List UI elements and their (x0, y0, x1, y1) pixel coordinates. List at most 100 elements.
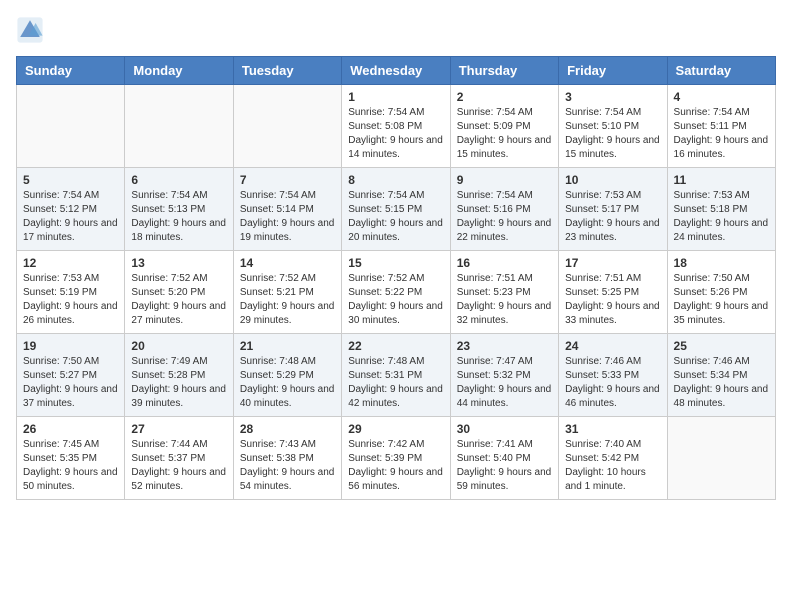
day-number: 12 (23, 256, 118, 270)
day-number: 28 (240, 422, 335, 436)
day-number: 8 (348, 173, 443, 187)
calendar-cell: 23 Sunrise: 7:47 AM Sunset: 5:32 PM Dayli… (450, 334, 558, 417)
calendar-cell: 16 Sunrise: 7:51 AM Sunset: 5:23 PM Dayli… (450, 251, 558, 334)
day-info: Sunrise: 7:50 AM Sunset: 5:26 PM Dayligh… (674, 272, 769, 328)
calendar-cell: 4 Sunrise: 7:54 AM Sunset: 5:11 PM Daylig… (667, 85, 775, 168)
calendar-cell: 9 Sunrise: 7:54 AM Sunset: 5:16 PM Daylig… (450, 168, 558, 251)
calendar-cell: 8 Sunrise: 7:54 AM Sunset: 5:15 PM Daylig… (342, 168, 450, 251)
day-number: 23 (457, 339, 552, 353)
day-info: Sunrise: 7:54 AM Sunset: 5:16 PM Dayligh… (457, 189, 552, 245)
day-info: Sunrise: 7:51 AM Sunset: 5:25 PM Dayligh… (565, 272, 660, 328)
day-info: Sunrise: 7:52 AM Sunset: 5:21 PM Dayligh… (240, 272, 335, 328)
calendar-week-4: 19 Sunrise: 7:50 AM Sunset: 5:27 PM Dayli… (17, 334, 776, 417)
calendar-cell: 3 Sunrise: 7:54 AM Sunset: 5:10 PM Daylig… (559, 85, 667, 168)
calendar-cell: 28 Sunrise: 7:43 AM Sunset: 5:38 PM Dayli… (233, 417, 341, 500)
calendar-header-monday: Monday (125, 57, 233, 85)
day-info: Sunrise: 7:53 AM Sunset: 5:17 PM Dayligh… (565, 189, 660, 245)
day-number: 26 (23, 422, 118, 436)
day-number: 11 (674, 173, 769, 187)
day-number: 22 (348, 339, 443, 353)
calendar-cell: 22 Sunrise: 7:48 AM Sunset: 5:31 PM Dayli… (342, 334, 450, 417)
calendar-header-sunday: Sunday (17, 57, 125, 85)
day-info: Sunrise: 7:44 AM Sunset: 5:37 PM Dayligh… (131, 438, 226, 494)
logo (16, 16, 48, 44)
calendar-cell: 17Sunrise: 7:51 AM Sunset: 5:25 PM Dayli… (559, 251, 667, 334)
day-info: Sunrise: 7:48 AM Sunset: 5:29 PM Dayligh… (240, 355, 335, 411)
day-info: Sunrise: 7:54 AM Sunset: 5:09 PM Dayligh… (457, 106, 552, 162)
calendar-cell: 10 Sunrise: 7:53 AM Sunset: 5:17 PM Dayli… (559, 168, 667, 251)
calendar-week-2: 5 Sunrise: 7:54 AM Sunset: 5:12 PM Daylig… (17, 168, 776, 251)
calendar-cell (125, 85, 233, 168)
calendar-header-friday: Friday (559, 57, 667, 85)
day-number: 30 (457, 422, 552, 436)
day-info: Sunrise: 7:49 AM Sunset: 5:28 PM Dayligh… (131, 355, 226, 411)
day-info: Sunrise: 7:48 AM Sunset: 5:31 PM Dayligh… (348, 355, 443, 411)
calendar-header-tuesday: Tuesday (233, 57, 341, 85)
calendar-cell: 30 Sunrise: 7:41 AM Sunset: 5:40 PM Dayli… (450, 417, 558, 500)
calendar-cell: 25 Sunrise: 7:46 AM Sunset: 5:34 PM Dayli… (667, 334, 775, 417)
calendar-header-wednesday: Wednesday (342, 57, 450, 85)
day-number: 18 (674, 256, 769, 270)
calendar-cell: 13 Sunrise: 7:52 AM Sunset: 5:20 PM Dayli… (125, 251, 233, 334)
day-info: Sunrise: 7:46 AM Sunset: 5:34 PM Dayligh… (674, 355, 769, 411)
day-number: 3 (565, 90, 660, 104)
day-info: Sunrise: 7:45 AM Sunset: 5:35 PM Dayligh… (23, 438, 118, 494)
day-number: 13 (131, 256, 226, 270)
day-number: 9 (457, 173, 552, 187)
day-number: 1 (348, 90, 443, 104)
calendar-week-1: 1 Sunrise: 7:54 AM Sunset: 5:08 PM Daylig… (17, 85, 776, 168)
calendar-header-row: SundayMondayTuesdayWednesdayThursdayFrid… (17, 57, 776, 85)
day-info: Sunrise: 7:46 AM Sunset: 5:33 PM Dayligh… (565, 355, 660, 411)
day-info: Sunrise: 7:52 AM Sunset: 5:20 PM Dayligh… (131, 272, 226, 328)
page-header (16, 16, 776, 44)
day-number: 16 (457, 256, 552, 270)
day-info: Sunrise: 7:41 AM Sunset: 5:40 PM Dayligh… (457, 438, 552, 494)
day-number: 24 (565, 339, 660, 353)
calendar-cell (233, 85, 341, 168)
calendar-cell: 12 Sunrise: 7:53 AM Sunset: 5:19 PM Dayli… (17, 251, 125, 334)
day-number: 14 (240, 256, 335, 270)
calendar-cell: 2 Sunrise: 7:54 AM Sunset: 5:09 PM Daylig… (450, 85, 558, 168)
day-info: Sunrise: 7:50 AM Sunset: 5:27 PM Dayligh… (23, 355, 118, 411)
calendar-cell: 20Sunrise: 7:49 AM Sunset: 5:28 PM Dayli… (125, 334, 233, 417)
day-info: Sunrise: 7:47 AM Sunset: 5:32 PM Dayligh… (457, 355, 552, 411)
day-number: 25 (674, 339, 769, 353)
day-number: 5 (23, 173, 118, 187)
calendar-header-thursday: Thursday (450, 57, 558, 85)
day-info: Sunrise: 7:40 AM Sunset: 5:42 PM Dayligh… (565, 438, 660, 494)
day-number: 15 (348, 256, 443, 270)
day-info: Sunrise: 7:54 AM Sunset: 5:10 PM Dayligh… (565, 106, 660, 162)
logo-icon (16, 16, 44, 44)
calendar-cell: 6Sunrise: 7:54 AM Sunset: 5:13 PM Daylig… (125, 168, 233, 251)
calendar-week-3: 12 Sunrise: 7:53 AM Sunset: 5:19 PM Dayli… (17, 251, 776, 334)
day-info: Sunrise: 7:52 AM Sunset: 5:22 PM Dayligh… (348, 272, 443, 328)
day-info: Sunrise: 7:54 AM Sunset: 5:11 PM Dayligh… (674, 106, 769, 162)
day-info: Sunrise: 7:54 AM Sunset: 5:08 PM Dayligh… (348, 106, 443, 162)
calendar-cell (667, 417, 775, 500)
day-number: 19 (23, 339, 118, 353)
calendar-cell: 15 Sunrise: 7:52 AM Sunset: 5:22 PM Dayli… (342, 251, 450, 334)
day-info: Sunrise: 7:51 AM Sunset: 5:23 PM Dayligh… (457, 272, 552, 328)
day-number: 27 (131, 422, 226, 436)
day-info: Sunrise: 7:54 AM Sunset: 5:15 PM Dayligh… (348, 189, 443, 245)
day-number: 29 (348, 422, 443, 436)
calendar-cell: 18 Sunrise: 7:50 AM Sunset: 5:26 PM Dayli… (667, 251, 775, 334)
day-number: 4 (674, 90, 769, 104)
calendar-cell: 5 Sunrise: 7:54 AM Sunset: 5:12 PM Daylig… (17, 168, 125, 251)
day-info: Sunrise: 7:54 AM Sunset: 5:14 PM Dayligh… (240, 189, 335, 245)
day-number: 2 (457, 90, 552, 104)
day-number: 10 (565, 173, 660, 187)
calendar: SundayMondayTuesdayWednesdayThursdayFrid… (16, 56, 776, 500)
day-number: 7 (240, 173, 335, 187)
day-info: Sunrise: 7:54 AM Sunset: 5:12 PM Dayligh… (23, 189, 118, 245)
calendar-cell: 1 Sunrise: 7:54 AM Sunset: 5:08 PM Daylig… (342, 85, 450, 168)
calendar-cell (17, 85, 125, 168)
day-info: Sunrise: 7:53 AM Sunset: 5:19 PM Dayligh… (23, 272, 118, 328)
day-number: 6 (131, 173, 226, 187)
calendar-cell: 29Sunrise: 7:42 AM Sunset: 5:39 PM Dayli… (342, 417, 450, 500)
calendar-cell: 14 Sunrise: 7:52 AM Sunset: 5:21 PM Dayli… (233, 251, 341, 334)
calendar-cell: 24 Sunrise: 7:46 AM Sunset: 5:33 PM Dayli… (559, 334, 667, 417)
day-info: Sunrise: 7:43 AM Sunset: 5:38 PM Dayligh… (240, 438, 335, 494)
calendar-cell: 19 Sunrise: 7:50 AM Sunset: 5:27 PM Dayli… (17, 334, 125, 417)
day-info: Sunrise: 7:53 AM Sunset: 5:18 PM Dayligh… (674, 189, 769, 245)
